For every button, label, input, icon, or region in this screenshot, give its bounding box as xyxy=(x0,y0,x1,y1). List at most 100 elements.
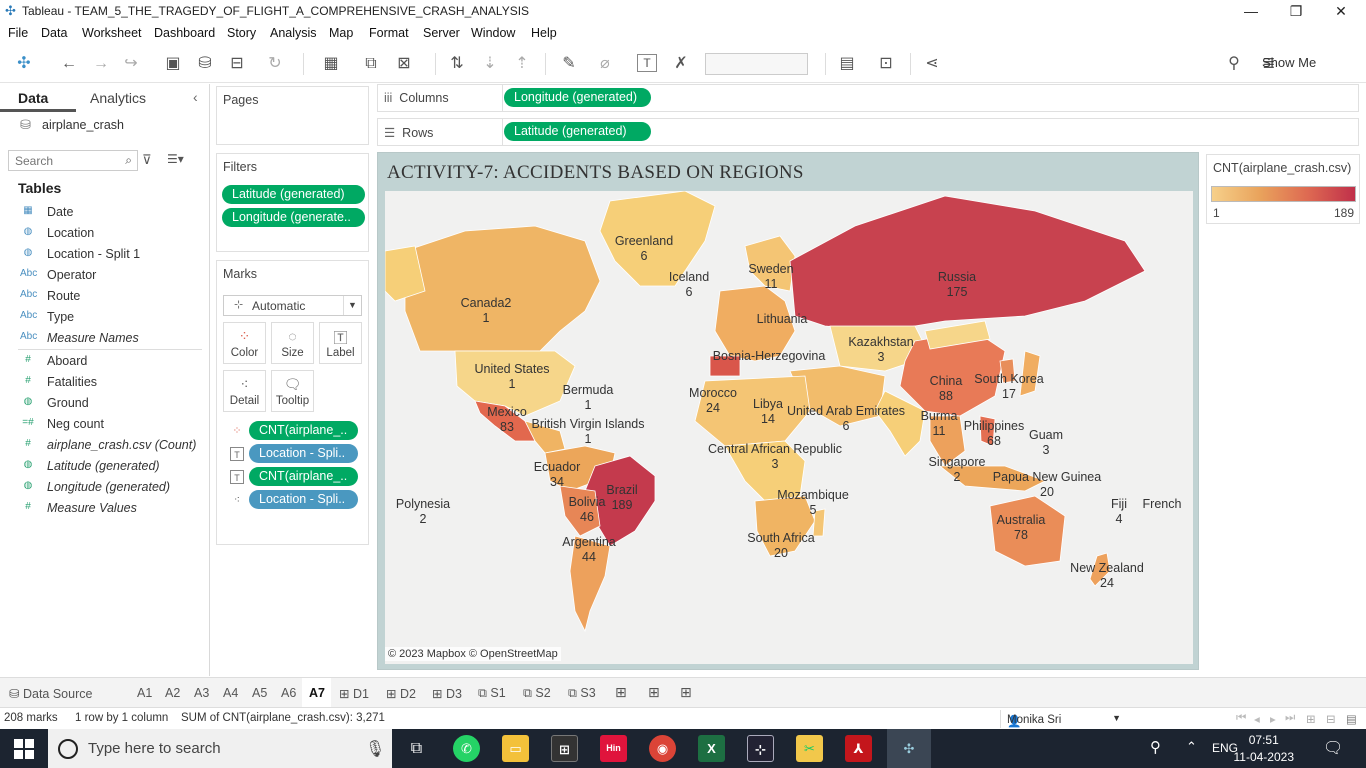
system-clock[interactable]: 07:51 11-04-2023 xyxy=(1234,732,1295,766)
mark-type-dropdown[interactable]: ⊹ Automatic ▼ xyxy=(223,295,362,316)
clear-sheet-icon[interactable]: ⊠ xyxy=(393,54,415,74)
rows-pill-latitude[interactable]: Latitude (generated) xyxy=(504,122,651,141)
menu-analysis[interactable]: Analysis xyxy=(270,26,317,40)
pin-icon[interactable]: ⚲ xyxy=(1223,54,1245,74)
tabs-icon[interactable]: ▤ xyxy=(1346,712,1357,726)
excel-icon[interactable]: X xyxy=(698,735,725,762)
highlight-icon[interactable]: ✎ xyxy=(558,54,580,74)
restore-button[interactable]: ❐ xyxy=(1273,2,1319,20)
minimize-button[interactable]: — xyxy=(1228,2,1274,20)
sheet-sorter-icon[interactable]: ⊞ xyxy=(1306,712,1316,726)
map-label[interactable]: Bermuda 1 xyxy=(563,383,614,413)
field-item[interactable]: # airplane_crash.csv (Count) xyxy=(0,435,208,455)
collapse-pane-icon[interactable]: ‹ xyxy=(193,89,198,105)
map-label[interactable]: Central African Republic 3 xyxy=(708,442,842,472)
map-label[interactable]: Iceland 6 xyxy=(669,270,709,300)
map-label[interactable]: Mozambique 5 xyxy=(777,488,849,518)
map-label[interactable]: Philippines 68 xyxy=(964,419,1024,449)
share-icon[interactable]: ⋖ xyxy=(921,54,943,74)
map-label[interactable]: Sweden 11 xyxy=(748,262,793,292)
map-label[interactable]: Australia 78 xyxy=(997,513,1046,543)
datasource-name[interactable]: airplane_crash xyxy=(42,118,124,132)
marks-pill-label-location[interactable]: Location - Spli.. xyxy=(249,444,358,463)
marks-size-button[interactable]: ◌ Size xyxy=(271,322,314,364)
field-item[interactable]: ◍ Location xyxy=(0,223,208,243)
map-label[interactable]: Bolivia 46 xyxy=(569,495,606,525)
fit-combo[interactable] xyxy=(705,53,808,75)
group-members-icon[interactable]: ⌀ xyxy=(594,54,616,74)
field-item[interactable]: Abc Type xyxy=(0,307,208,327)
taskbar-search[interactable]: Type here to search 🎙 xyxy=(48,729,392,768)
dashboard-tab[interactable]: ⊞ D3 xyxy=(432,686,462,701)
new-story-tab-icon[interactable]: ⊞ xyxy=(680,684,692,701)
notifications-icon[interactable]: 🗨 xyxy=(1323,738,1343,758)
field-item[interactable]: ◍ Location - Split 1 xyxy=(0,244,208,264)
view-options-icon[interactable]: ☰▾ xyxy=(167,152,184,166)
whatsapp-icon[interactable]: ✆ xyxy=(453,735,480,762)
store-icon[interactable]: ⊞ xyxy=(551,735,578,762)
refresh-icon[interactable]: ↻ xyxy=(264,54,286,74)
new-worksheet-icon[interactable]: ▦ xyxy=(320,54,342,74)
map-label[interactable]: Libya 14 xyxy=(753,397,783,427)
nav-first-icon[interactable]: ⏮ xyxy=(1236,712,1246,725)
snipping-icon[interactable]: ✂ xyxy=(796,735,823,762)
fit-dropdown-icon[interactable]: ▤ xyxy=(836,54,858,74)
filter-pill-latitude[interactable]: Latitude (generated) xyxy=(222,185,365,204)
map-label[interactable]: Greenland 6 xyxy=(615,234,673,264)
marks-pill-label-count[interactable]: CNT(airplane_.. xyxy=(249,467,358,486)
map-label[interactable]: Canada2 1 xyxy=(461,296,512,326)
menu-data[interactable]: Data xyxy=(41,26,67,40)
map-label[interactable]: New Zealand 24 xyxy=(1070,561,1144,591)
map-label[interactable]: South Africa 20 xyxy=(747,531,814,561)
map-label[interactable]: United States 1 xyxy=(474,362,549,392)
hin-app-icon[interactable]: Hin xyxy=(600,735,627,762)
redo-icon[interactable]: → xyxy=(90,54,112,74)
windows-start-icon[interactable] xyxy=(14,739,34,759)
view-title[interactable]: ACTIVITY-7: ACCIDENTS BASED ON REGIONS xyxy=(387,162,804,184)
map-label[interactable]: China 88 xyxy=(930,374,963,404)
tableau-taskbar-icon[interactable]: ✣ xyxy=(887,729,931,768)
map-label[interactable]: French xyxy=(1143,497,1182,512)
swap-rows-columns-icon[interactable]: ⇅ xyxy=(446,54,468,74)
duplicate-sheet-icon[interactable]: ⧉ xyxy=(360,54,382,74)
map-label[interactable]: Lithuania xyxy=(757,312,808,327)
file-explorer-icon[interactable]: ▭ xyxy=(502,735,529,762)
color-legend[interactable]: CNT(airplane_crash.csv) 1 189 xyxy=(1206,154,1360,224)
marks-pill-detail-location[interactable]: Location - Spli.. xyxy=(249,490,358,509)
marks-pill-color-count[interactable]: CNT(airplane_.. xyxy=(249,421,358,440)
map-label[interactable]: Kazakhstan 3 xyxy=(848,335,913,365)
map-label[interactable]: Bosnia-Herzegovina xyxy=(713,349,826,364)
map-label[interactable]: Brazil 189 xyxy=(606,483,637,513)
field-item[interactable]: ◍ Ground xyxy=(0,393,208,413)
sheet-tab-active[interactable]: A7 xyxy=(309,686,325,700)
map-attribution[interactable]: © 2023 Mapbox © OpenStreetMap xyxy=(385,647,561,661)
save-icon[interactable]: ▣ xyxy=(162,54,184,74)
field-item[interactable]: Abc Operator xyxy=(0,265,208,285)
task-view-icon[interactable]: ⧉ xyxy=(403,735,430,762)
map-label[interactable]: Polynesia 2 xyxy=(396,497,450,527)
map-label[interactable]: United Arab Emirates 6 xyxy=(787,404,905,434)
map-label[interactable]: Burma 11 xyxy=(921,409,958,439)
pause-updates-icon[interactable]: ⊟ xyxy=(226,54,248,74)
fix-axes-icon[interactable]: ✗ xyxy=(670,54,692,74)
map-label[interactable]: South Korea 17 xyxy=(974,372,1044,402)
chevron-up-icon[interactable]: ⌃ xyxy=(1186,739,1197,755)
microphone-icon[interactable]: 🎙 xyxy=(365,739,385,759)
menu-window[interactable]: Window xyxy=(471,26,515,40)
data-source-tab[interactable]: ⛁ Data Source xyxy=(9,686,92,701)
close-button[interactable]: ✕ xyxy=(1318,2,1364,20)
map-label[interactable]: Russia 175 xyxy=(938,270,976,300)
sort-ascending-icon[interactable]: ⇣ xyxy=(479,54,501,74)
menu-help[interactable]: Help xyxy=(531,26,557,40)
marks-detail-button[interactable]: ⁖ Detail xyxy=(223,370,266,412)
tab-data[interactable]: Data xyxy=(18,90,48,106)
field-item[interactable]: ◍ Longitude (generated) xyxy=(0,477,208,497)
show-mark-labels-icon[interactable]: T xyxy=(637,54,657,72)
map-label[interactable]: Singapore 2 xyxy=(929,455,986,485)
dashboard-tab[interactable]: ⊞ D1 xyxy=(339,686,369,701)
map-label[interactable]: Fiji 4 xyxy=(1111,497,1127,527)
sheet-tab[interactable]: A6 xyxy=(281,686,296,700)
menu-worksheet[interactable]: Worksheet xyxy=(82,26,142,40)
field-search-input[interactable] xyxy=(9,151,114,170)
acrobat-icon[interactable]: ⅄ xyxy=(845,735,872,762)
